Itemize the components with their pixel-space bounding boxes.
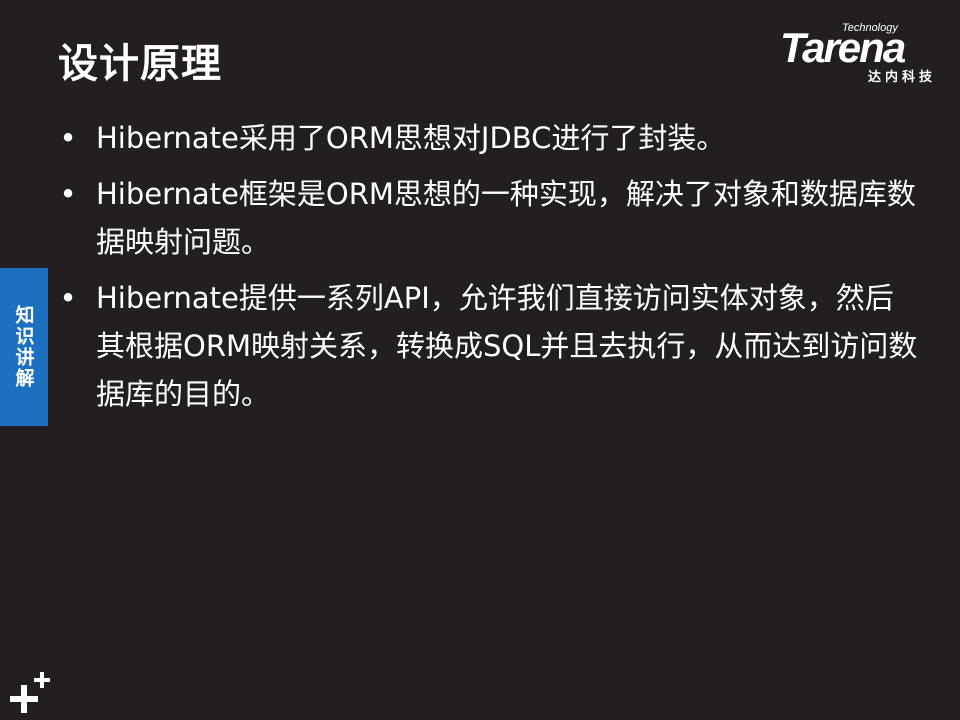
- bullet-text: Hibernate框架是ORM思想的一种实现，解决了对象和数据库数据映射问题。: [96, 177, 916, 259]
- list-item: • Hibernate框架是ORM思想的一种实现，解决了对象和数据库数据映射问题…: [58, 170, 918, 266]
- plus-icon: [10, 672, 50, 713]
- slide: 设计原理 Technology Tarena 达内科技 知识讲解 • Hiber…: [0, 0, 960, 720]
- logo-chinese-name: 达内科技: [867, 70, 936, 85]
- bullet-icon: •: [59, 177, 77, 211]
- bullet-text: Hibernate采用了ORM思想对JDBC进行了封装。: [96, 121, 726, 155]
- section-side-tab: 知识讲解: [0, 268, 48, 426]
- logo-brand: Tarena: [780, 24, 906, 71]
- bullet-text: Hibernate提供一系列API，允许我们直接访问实体对象，然后其根据ORM映…: [96, 281, 918, 411]
- tarena-logo: Technology Tarena 达内科技: [780, 20, 942, 85]
- bullet-list: • Hibernate采用了ORM思想对JDBC进行了封装。 • Hiberna…: [58, 114, 918, 426]
- bullet-icon: •: [59, 121, 77, 155]
- list-item: • Hibernate采用了ORM思想对JDBC进行了封装。: [58, 114, 918, 162]
- slide-title: 设计原理: [58, 41, 222, 87]
- bullet-icon: •: [59, 281, 77, 315]
- list-item: • Hibernate提供一系列API，允许我们直接访问实体对象，然后其根据OR…: [58, 274, 918, 418]
- side-tab-label: 知识讲解: [12, 305, 35, 389]
